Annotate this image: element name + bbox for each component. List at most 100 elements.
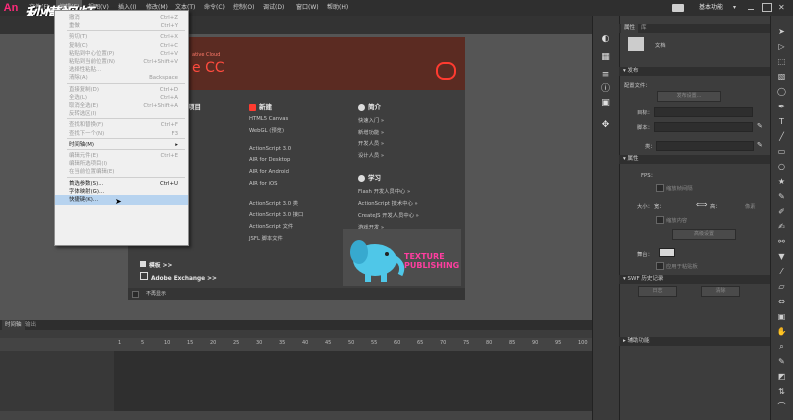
scale-span-checkbox[interactable] [656, 184, 664, 192]
minimize-icon[interactable] [746, 3, 756, 12]
brush-tool-icon[interactable]: ✐ [776, 206, 787, 217]
advanced-settings-button[interactable]: 高级设置 [672, 229, 736, 240]
tab-library[interactable]: 库 [641, 24, 647, 33]
menu-separator [67, 137, 185, 139]
edit-dropdown-menu: 撤消 Ctrl+Z 重做 Ctrl+Y 剪切(T) Ctrl+X 复制(C) Ctrl+C 粘贴… [54, 10, 189, 246]
gradient-tool-icon[interactable]: ▧ [776, 71, 787, 82]
menu-separator [67, 30, 185, 32]
paint-brush-icon[interactable]: ✍ [776, 221, 787, 232]
workspace-switcher[interactable]: 基本功能 [699, 0, 723, 16]
menu-separator [67, 149, 185, 150]
transform-icon[interactable]: ▣ [600, 98, 611, 109]
open-recent-header: 项目 [188, 103, 201, 111]
camera-tool-icon[interactable]: ▣ [776, 311, 787, 322]
align-icon[interactable]: ≡ [600, 70, 611, 81]
stroke-color-icon[interactable]: ✎ [776, 356, 787, 367]
intro-link[interactable]: 开发人员 » [358, 139, 384, 147]
sync-icon[interactable] [672, 4, 684, 12]
paint-bucket-icon[interactable]: ▼ [776, 251, 787, 262]
new-as-file[interactable]: ActionScript 文件 [249, 222, 293, 230]
creative-cloud-icon [436, 62, 456, 80]
new-as3[interactable]: ActionScript 3.0 [249, 146, 291, 152]
apply-pasteboard-checkbox[interactable] [656, 262, 664, 270]
new-air-ios[interactable]: AIR for iOS [249, 181, 278, 187]
learn-link[interactable]: Flash 开发人员中心 » [358, 187, 410, 195]
color-icon[interactable]: ◐ [600, 34, 611, 45]
menu-window[interactable]: 窗口(W) [296, 0, 319, 16]
snap-icon[interactable]: ⌒ [776, 401, 787, 412]
wrench-icon[interactable]: ✎ [757, 122, 763, 130]
chevron-down-icon[interactable]: ▾ [733, 0, 736, 16]
intro-link[interactable]: 新增功能 » [358, 128, 384, 136]
intro-link[interactable]: 设计人员 » [358, 151, 384, 159]
log-button[interactable]: 日志 [638, 286, 677, 297]
info-icon[interactable]: ⓘ [600, 84, 611, 95]
width-tool-icon[interactable]: ⇔ [776, 296, 787, 307]
tab-output[interactable]: 输出 [25, 320, 36, 330]
size-label: 大小： [637, 204, 653, 210]
stage-label: 舞台： [637, 252, 653, 258]
script-select[interactable] [654, 122, 753, 132]
zoom-tool-icon[interactable]: ⌕ [776, 341, 787, 352]
components-icon[interactable]: ✥ [600, 120, 611, 131]
menu-debug[interactable]: 调试(D) [263, 0, 284, 16]
new-as3-class[interactable]: ActionScript 3.0 类 [249, 199, 298, 207]
class-input[interactable] [656, 141, 754, 151]
lasso-tool-icon[interactable]: ◯ [776, 86, 787, 97]
template-icon [140, 261, 146, 267]
dont-show-checkbox[interactable] [132, 291, 139, 298]
creative-cloud-label: ative Cloud [192, 52, 221, 58]
swap-colors-icon[interactable]: ⇅ [776, 386, 787, 397]
tab-timeline[interactable]: 时间轴 [2, 320, 25, 330]
fill-color-icon[interactable]: ◩ [776, 371, 787, 382]
apply-pasteboard-label: 应用于粘贴板 [666, 264, 698, 270]
menu-control[interactable]: 控制(O) [233, 0, 254, 16]
menu-help[interactable]: 帮助(H) [327, 0, 348, 16]
eraser-icon[interactable]: ▱ [776, 281, 787, 292]
mouse-cursor-icon: ➤ [115, 197, 122, 207]
exchange-icon [140, 272, 148, 280]
stage-color-swatch[interactable] [659, 248, 675, 257]
rectangle-tool-icon[interactable]: ▭ [776, 146, 787, 157]
text-tool-icon[interactable]: T [776, 116, 787, 127]
dont-show-again[interactable]: 不再显示 [128, 288, 465, 300]
pencil-tool-icon[interactable]: ✎ [776, 191, 787, 202]
layer-list [0, 351, 114, 420]
pencil-icon[interactable]: ✎ [757, 141, 763, 149]
free-transform-icon[interactable]: ⬚ [776, 56, 787, 67]
learn-link[interactable]: ActionScript 技术中心 » [358, 199, 418, 207]
scale-content-checkbox[interactable] [656, 216, 664, 224]
polystar-tool-icon[interactable]: ★ [776, 176, 787, 187]
publish-settings-button[interactable]: 发布设置... [657, 91, 721, 102]
new-jsfl-file[interactable]: JSFL 脚本文件 [249, 234, 283, 242]
animate-logo: An [3, 2, 19, 14]
intro-link[interactable]: 快速入门 » [358, 116, 384, 124]
new-html5-canvas[interactable]: HTML5 Canvas [249, 116, 288, 122]
frame-grid[interactable] [114, 351, 592, 411]
tab-properties[interactable]: 属性 [621, 24, 639, 33]
profile-label: 配置文件： [624, 83, 651, 89]
clear-button[interactable]: 清除 [701, 286, 740, 297]
hand-tool-icon[interactable]: ✋ [776, 326, 787, 337]
script-label: 脚本： [637, 125, 653, 131]
learn-link[interactable]: CreateJS 开发人员中心 » [358, 211, 419, 219]
exchange-link: Adobe Exchange >> [140, 272, 217, 282]
pen-tool-icon[interactable]: ✒ [776, 101, 787, 112]
elephant-illustration [350, 240, 405, 282]
swatches-icon[interactable]: ▦ [600, 52, 611, 63]
oval-tool-icon[interactable]: ○ [776, 161, 787, 172]
new-as3-interface[interactable]: ActionScript 3.0 接口 [249, 210, 303, 218]
selection-tool-icon[interactable]: ➤ [776, 26, 787, 37]
menu-commands[interactable]: 命令(C) [204, 0, 225, 16]
link-icon[interactable]: ⟺ [696, 200, 707, 209]
line-tool-icon[interactable]: ╱ [776, 131, 787, 142]
new-air-android[interactable]: AIR for Android [249, 169, 289, 175]
new-air-desktop[interactable]: AIR for Desktop [249, 157, 290, 163]
target-select[interactable] [654, 107, 753, 117]
welcome-title: e CC [192, 60, 225, 76]
bone-tool-icon[interactable]: ⚯ [776, 236, 787, 247]
new-webgl[interactable]: WebGL (预览) [249, 126, 284, 134]
height-label: 高： [710, 204, 721, 210]
subselection-tool-icon[interactable]: ▷ [776, 41, 787, 52]
eyedropper-icon[interactable]: ⁄ [776, 266, 787, 277]
